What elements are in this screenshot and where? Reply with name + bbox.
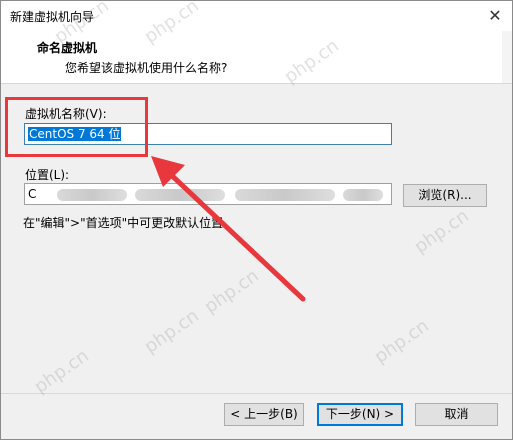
footer-divider <box>1 393 512 394</box>
annotation-arrow <box>151 156 306 302</box>
new-vm-wizard-dialog: 新建虚拟机向导 ✕ 命名虚拟机 您希望该虚拟机使用什么名称? 虚拟机名称(V):… <box>0 0 513 440</box>
cancel-button[interactable]: 取消 <box>415 403 498 426</box>
next-button[interactable]: 下一步(N) > <box>317 403 403 426</box>
back-button[interactable]: < 上一步(B) <box>224 403 304 426</box>
